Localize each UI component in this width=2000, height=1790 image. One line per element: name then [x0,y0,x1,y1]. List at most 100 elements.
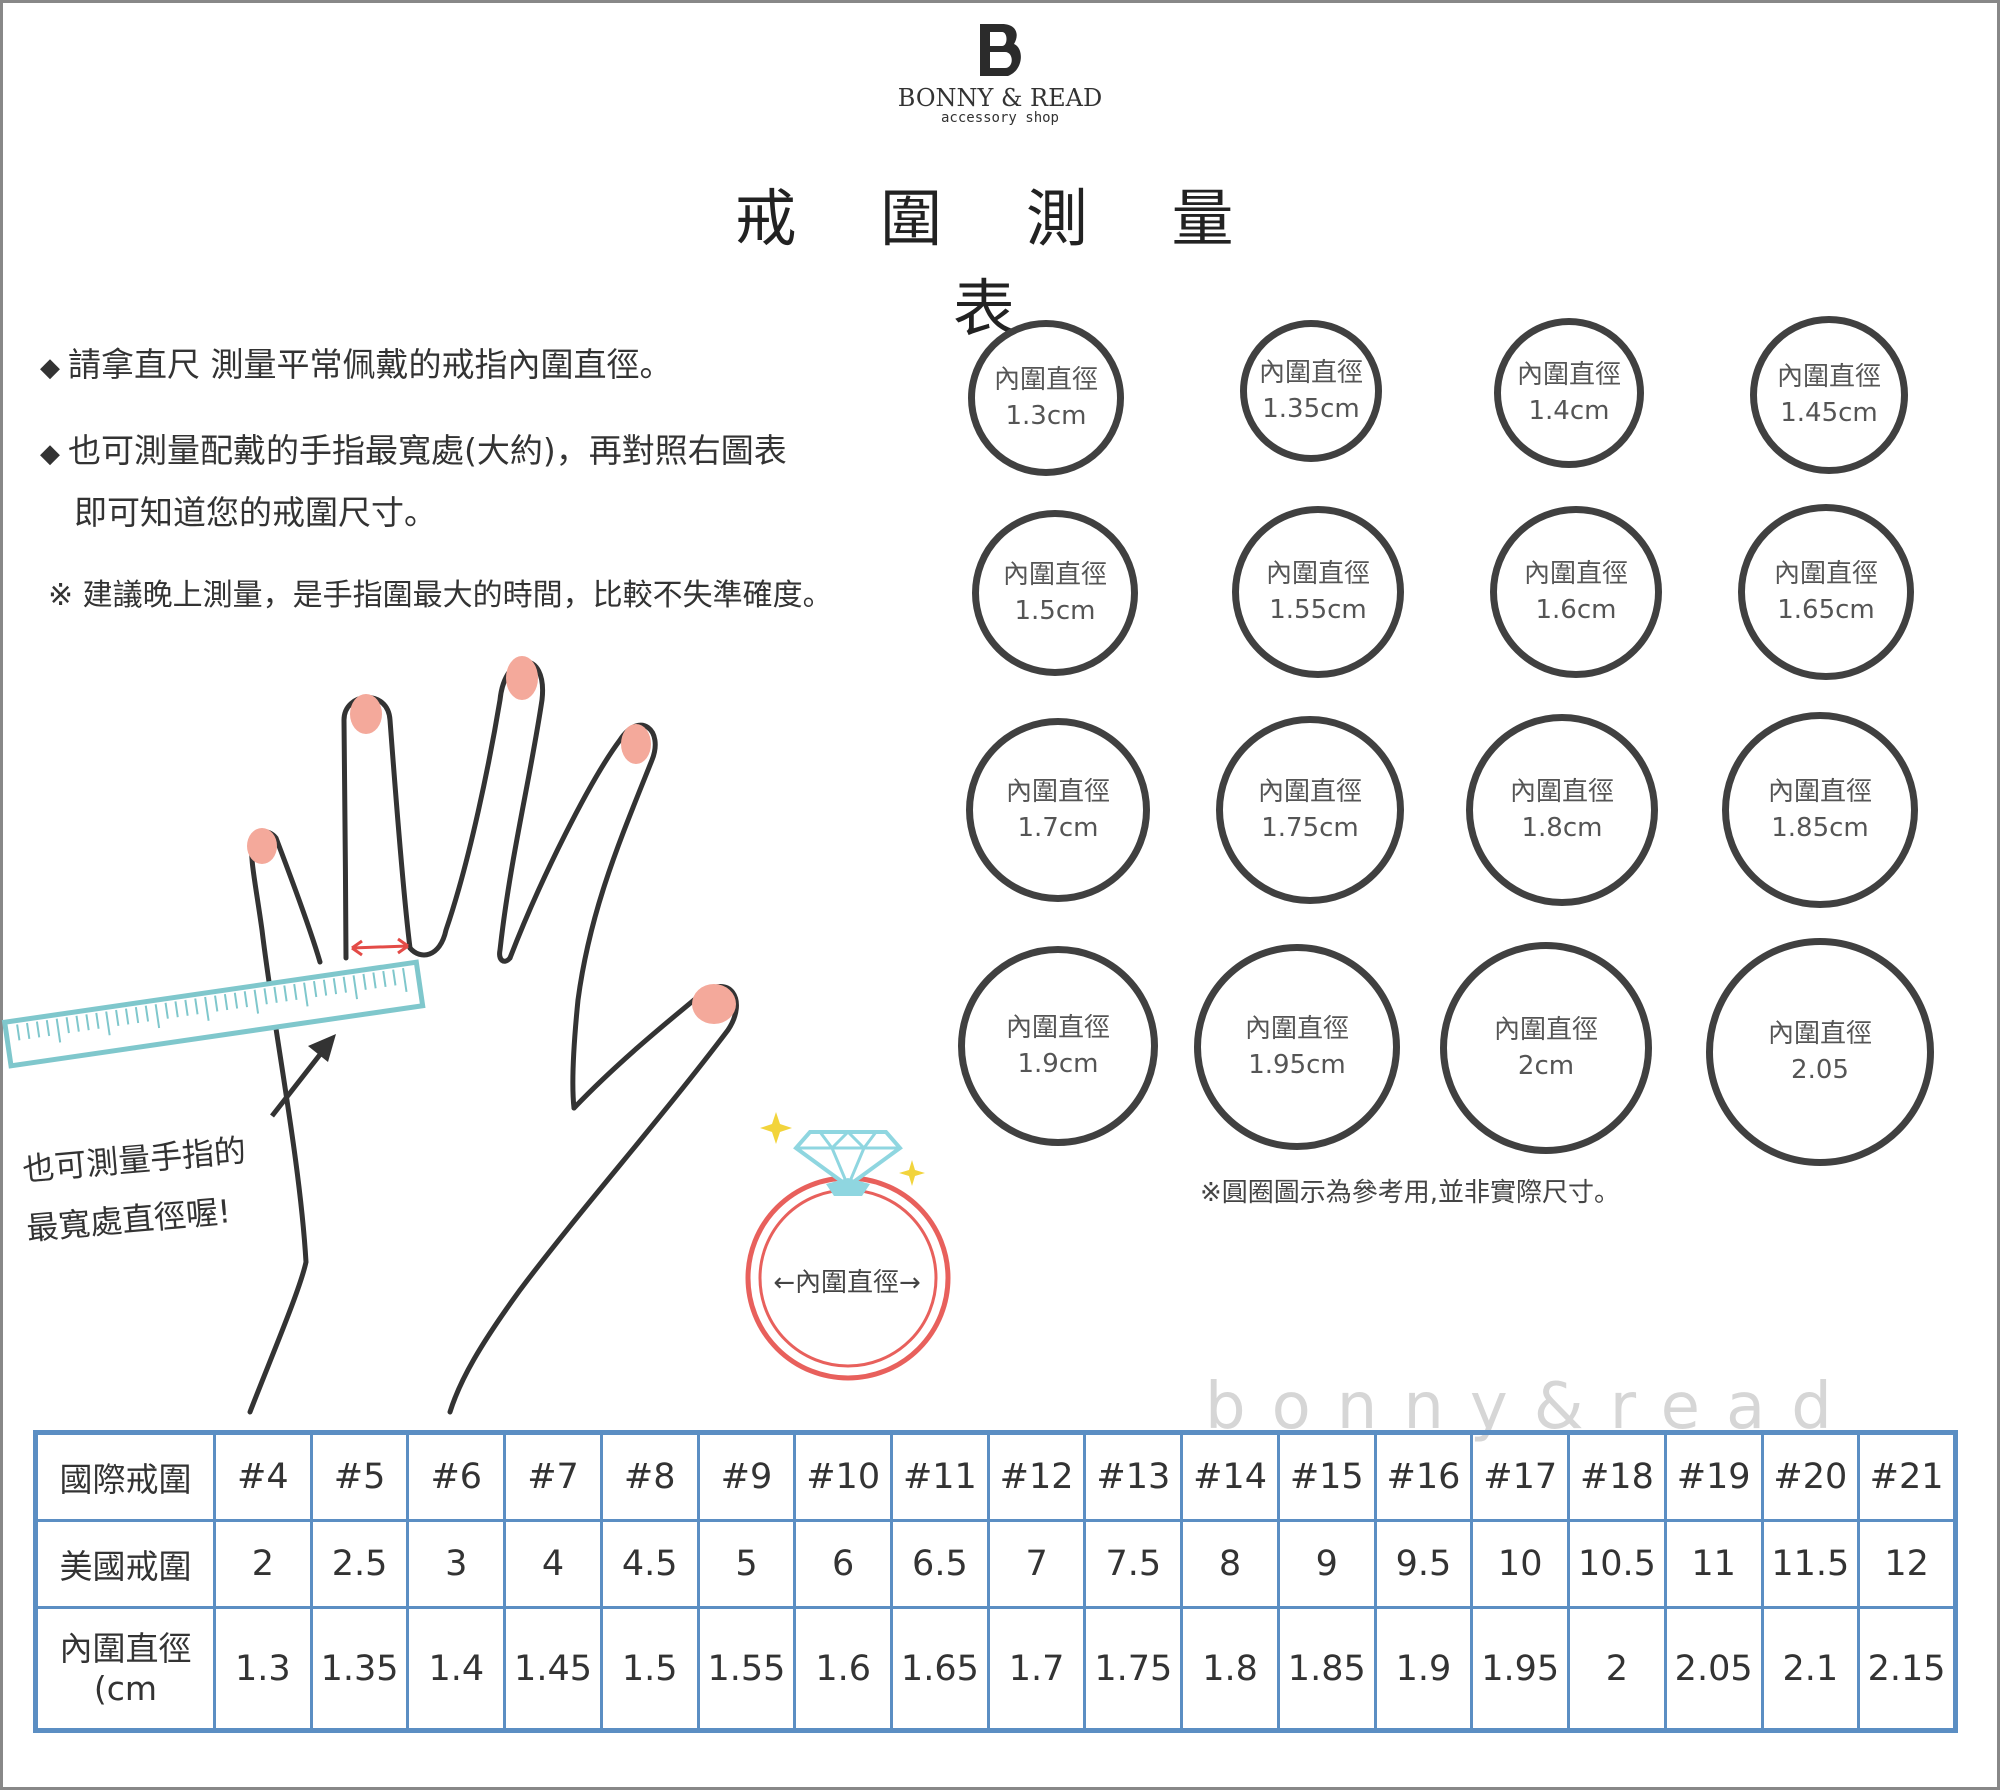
diameter-cell: 2.1 [1760,1606,1861,1732]
international-size-cell: #21 [1857,1431,1957,1522]
diameter-cell: 1.7 [986,1606,1087,1732]
size-circle: 內圍直徑 1.3cm [968,320,1124,476]
row-header-us: 美國戒圍 [34,1519,216,1609]
us-size-cell: 3 [406,1519,507,1609]
diameter-cell: 1.9 [1373,1606,1474,1732]
international-size-cell: #6 [406,1431,507,1522]
us-size-cell: 2 [213,1519,313,1609]
us-size-cell: 4.5 [599,1519,700,1609]
us-size-cell: 7.5 [1083,1519,1184,1609]
diameter-cell: 1.55 [696,1606,797,1732]
us-size-cell: 10.5 [1567,1519,1667,1609]
row-header-diameter: 內圍直徑 (cm [34,1606,216,1732]
circle-caption: 內圍直徑 [1767,777,1872,807]
ring-icon [745,1129,951,1381]
width-arrow [351,937,409,957]
size-circle: 內圍直徑 1.9cm [958,946,1158,1146]
circle-value: 1.75cm [1261,813,1359,843]
us-size-cell: 5 [696,1519,797,1609]
table-row: 內圍直徑 (cm 1.3 1.35 1.4 1.45 1.5 1.55 1.6 1.65 1.7… [34,1606,1957,1732]
us-size-cell: 9.5 [1373,1519,1474,1609]
circle-value: 1.3cm [1005,401,1087,431]
diameter-cell: 2.05 [1663,1606,1764,1732]
international-size-cell: #5 [309,1431,410,1522]
diameter-cell: 1.6 [793,1606,894,1732]
circle-value: 1.4cm [1528,396,1610,426]
circle-caption: 內圍直徑 [1005,1013,1110,1043]
international-size-cell: #11 [890,1431,990,1522]
international-size-cell: #9 [696,1431,797,1522]
circle-caption: 內圍直徑 [1516,360,1621,390]
sparkle-icon [760,1112,792,1144]
diameter-cell: 2.15 [1857,1606,1957,1732]
us-size-cell: 6.5 [890,1519,990,1609]
diameter-cell: 1.65 [890,1606,990,1732]
circle-note: ※圓圈圖示為參考用,並非實際尺寸。 [1200,1178,1621,1208]
circle-value: 1.45cm [1780,398,1878,428]
international-size-cell: #8 [599,1431,700,1522]
us-size-cell: 12 [1857,1519,1957,1609]
circle-caption: 內圍直徑 [1776,362,1881,392]
diameter-cell: 1.35 [309,1606,410,1732]
international-size-cell: #10 [793,1431,894,1522]
international-size-cell: #7 [503,1431,603,1522]
circle-value: 1.9cm [1017,1049,1099,1079]
diameter-cell: 1.75 [1083,1606,1184,1732]
circle-value: 1.6cm [1535,595,1617,625]
international-size-cell: #17 [1470,1431,1571,1522]
circle-value: 1.95cm [1248,1050,1346,1080]
table-row: 國際戒圍 #4 #5 #6 #7 #8 #9 #10 #11 #12 #13 #14 #15 #16 #1… [34,1431,1957,1522]
diameter-cell: 1.3 [213,1606,313,1732]
size-circle: 內圍直徑 1.65cm [1738,504,1914,680]
circle-value: 1.35cm [1262,394,1360,424]
circle-value: 1.55cm [1269,595,1367,625]
us-size-cell: 10 [1470,1519,1571,1609]
thumb-nail [692,984,736,1024]
international-size-cell: #16 [1373,1431,1474,1522]
size-circle: 內圍直徑 1.6cm [1490,506,1662,678]
diameter-cell: 1.8 [1180,1606,1280,1732]
international-size-cell: #15 [1276,1431,1377,1522]
index-nail [621,724,651,764]
size-circle: 內圍直徑 1.5cm [972,510,1138,676]
circle-caption: 內圍直徑 [1523,559,1628,589]
diameter-cell: 1.5 [599,1606,700,1732]
us-size-cell: 11 [1663,1519,1764,1609]
us-size-cell: 9 [1276,1519,1377,1609]
circle-caption: 內圍直徑 [993,365,1098,395]
circle-caption: 內圍直徑 [1265,559,1370,589]
size-circle: 內圍直徑 2.05 [1706,938,1934,1166]
circle-value: 1.65cm [1777,595,1875,625]
us-size-cell: 2.5 [309,1519,410,1609]
circle-caption: 內圍直徑 [1002,560,1107,590]
international-size-cell: #14 [1180,1431,1280,1522]
circle-value: 1.85cm [1771,813,1869,843]
pinky-nail [247,828,277,864]
diameter-cell: 1.85 [1276,1606,1377,1732]
size-circle: 內圍直徑 1.85cm [1722,712,1918,908]
circle-caption: 內圍直徑 [1767,1019,1872,1049]
circle-caption: 內圍直徑 [1257,777,1362,807]
circle-value: 1.5cm [1014,596,1096,626]
size-circle: 內圍直徑 1.95cm [1194,944,1400,1150]
us-size-cell: 6 [793,1519,894,1609]
circle-value: 2cm [1517,1051,1575,1081]
sparkle-icon [899,1160,925,1186]
size-circle: 內圍直徑 1.7cm [966,718,1150,902]
us-size-cell: 8 [1180,1519,1280,1609]
us-size-cell: 7 [986,1519,1087,1609]
diameter-cell: 1.4 [406,1606,507,1732]
size-circle: 內圍直徑 1.75cm [1216,716,1404,904]
circle-caption: 內圍直徑 [1509,777,1614,807]
international-size-cell: #4 [213,1431,313,1522]
circle-value: 2.05 [1791,1055,1849,1085]
us-size-cell: 4 [503,1519,603,1609]
us-size-cell: 11.5 [1760,1519,1861,1609]
ruler [1,959,426,1069]
international-size-cell: #19 [1663,1431,1764,1522]
circle-caption: 內圍直徑 [1773,559,1878,589]
row-header-international: 國際戒圍 [34,1431,216,1522]
diameter-cell: 1.95 [1470,1606,1571,1732]
size-table: 國際戒圍 #4 #5 #6 #7 #8 #9 #10 #11 #12 #13 #14 #15 #16 #1… [33,1430,1958,1733]
ring-diameter-label: ←內圍直徑→ [773,1268,921,1298]
